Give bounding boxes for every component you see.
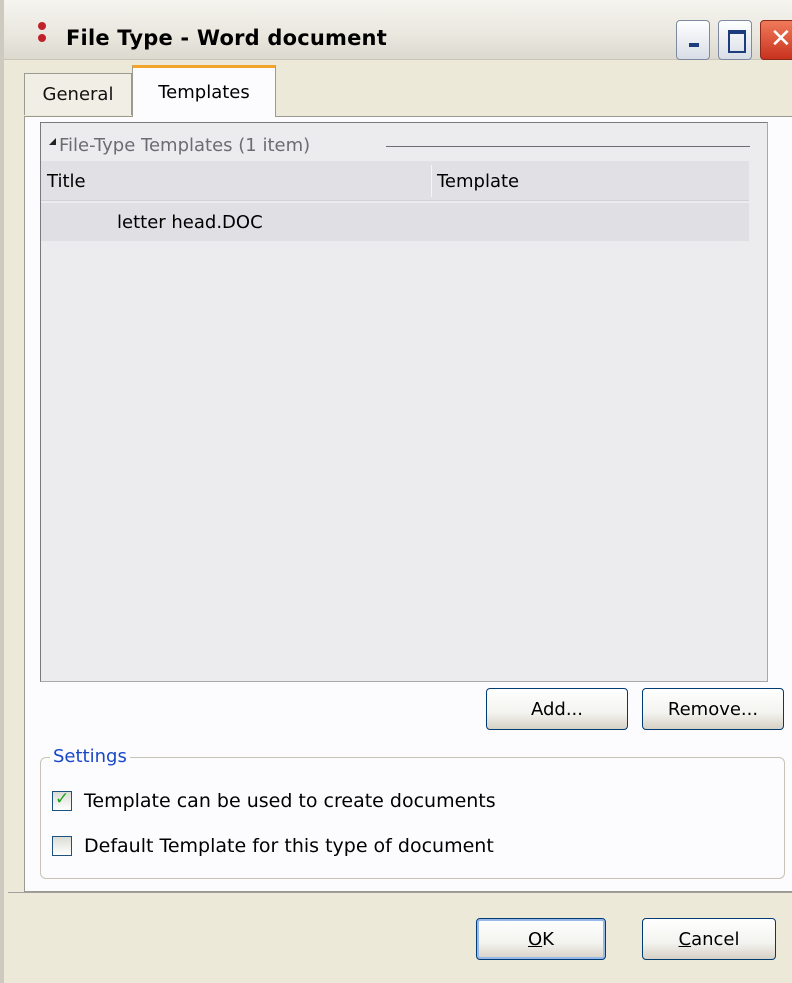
cancel-button[interactable]: Cancel — [642, 918, 776, 960]
minimize-button[interactable] — [676, 20, 710, 60]
ok-button[interactable]: OK — [476, 918, 606, 960]
tab-templates-label: Templates — [158, 82, 250, 103]
group-header[interactable]: File-Type Templates (1 item) — [49, 135, 310, 156]
group-header-label: File-Type Templates (1 item) — [59, 135, 311, 156]
column-header-template[interactable]: Template — [437, 171, 519, 192]
checkmark-icon: ✓ — [55, 789, 70, 809]
settings-legend: Settings — [50, 746, 130, 767]
default-template-checkbox[interactable] — [52, 836, 72, 856]
ok-label-rest: K — [542, 928, 554, 950]
dialog-window: File Type - Word document ✕ General Temp… — [0, 0, 792, 983]
cancel-label-rest: ancel — [691, 928, 740, 950]
group-divider — [386, 146, 750, 147]
remove-button[interactable]: Remove... — [642, 688, 784, 730]
tab-templates[interactable]: Templates — [132, 65, 276, 117]
templates-list[interactable]: File-Type Templates (1 item) Title Templ… — [40, 122, 768, 682]
tab-general-label: General — [42, 84, 114, 105]
template-create-checkbox[interactable]: ✓ — [52, 789, 72, 811]
app-icon — [38, 22, 46, 46]
minimize-icon — [689, 43, 699, 47]
list-item-title: letter head.DOC — [117, 212, 263, 233]
close-button[interactable]: ✕ — [760, 20, 792, 60]
ok-mnemonic: O — [528, 928, 543, 950]
window-title: File Type - Word document — [66, 26, 387, 50]
add-button[interactable]: Add... — [486, 688, 628, 730]
settings-group — [40, 757, 785, 879]
column-separator[interactable] — [431, 165, 432, 197]
tab-general[interactable]: General — [24, 73, 132, 115]
template-create-label[interactable]: Template can be used to create documents — [84, 790, 496, 812]
column-header-title[interactable]: Title — [47, 171, 86, 192]
list-item[interactable]: letter head.DOC — [41, 203, 749, 241]
default-template-label[interactable]: Default Template for this type of docume… — [84, 835, 494, 857]
footer-divider — [8, 892, 792, 893]
remove-button-label: Remove... — [667, 698, 759, 720]
add-button-label: Add... — [530, 698, 583, 720]
collapse-triangle-icon[interactable] — [49, 138, 56, 145]
close-icon: ✕ — [770, 24, 792, 54]
cancel-mnemonic: C — [678, 928, 692, 950]
maximize-icon — [728, 30, 746, 53]
maximize-button[interactable] — [718, 20, 752, 60]
column-header: Title Template — [41, 161, 749, 201]
title-bar[interactable]: File Type - Word document ✕ — [4, 0, 792, 60]
